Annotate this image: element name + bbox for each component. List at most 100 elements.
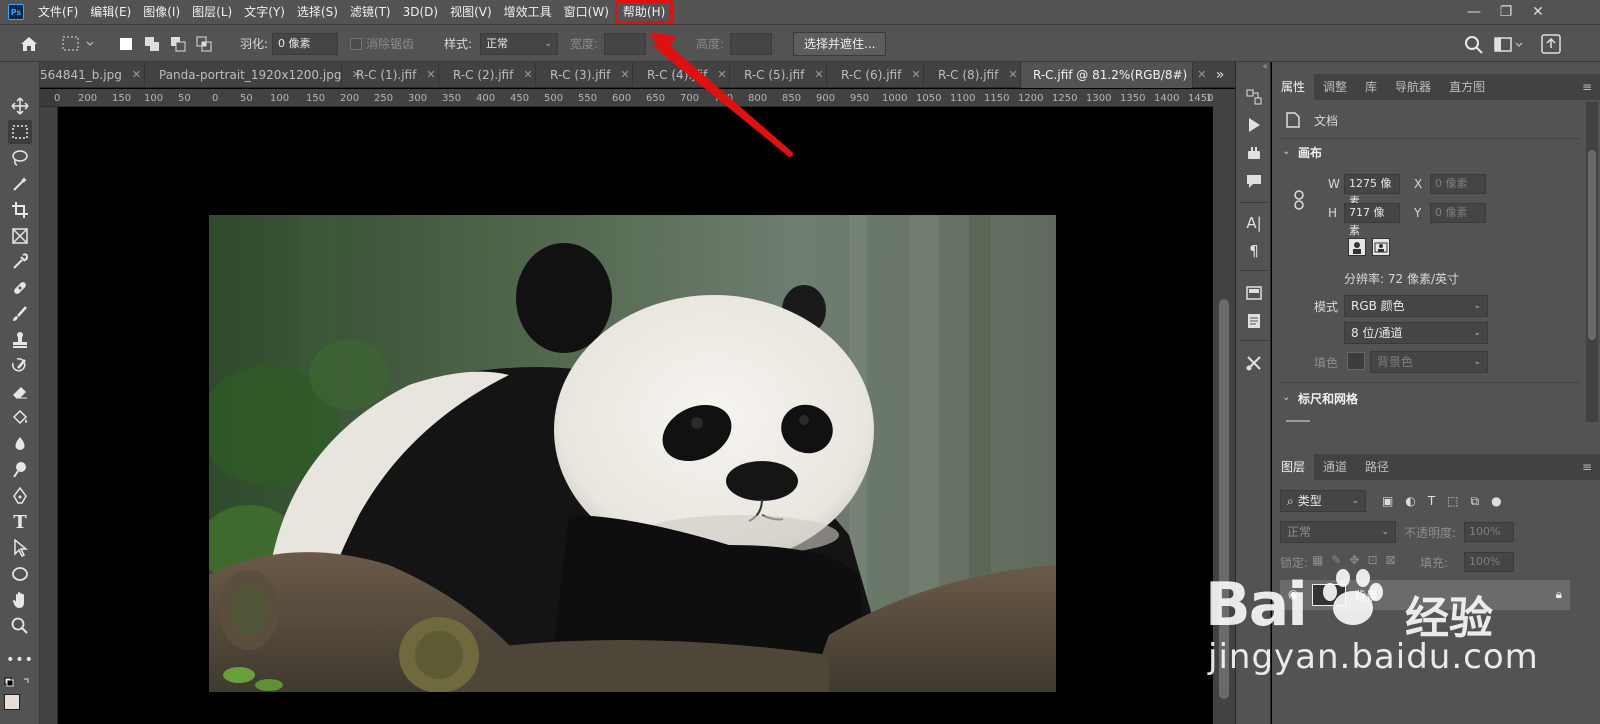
properties-scrollbar[interactable] (1586, 102, 1598, 422)
scrollbar-thumb[interactable] (1588, 150, 1596, 340)
dodge-tool-icon[interactable] (8, 458, 32, 482)
close-button[interactable]: ✕ (1522, 0, 1554, 24)
lasso-tool-icon[interactable] (8, 146, 32, 170)
intersect-selection-icon[interactable] (196, 36, 212, 52)
canvas-height-field[interactable]: 717 像素 (1344, 203, 1400, 237)
document-tab[interactable]: R-C (5).jfif ✕ (730, 62, 827, 88)
canvas-area[interactable] (58, 107, 1213, 724)
document-tab[interactable]: R-C (1).jfif ✕ (342, 62, 439, 88)
menu-edit[interactable]: 编辑(E) (84, 0, 137, 24)
zoom-tool-icon[interactable] (8, 614, 32, 638)
portrait-orientation-icon[interactable] (1348, 238, 1366, 256)
lock-all-icon[interactable]: ⊠ (1386, 553, 1396, 567)
rect-marquee-tool-icon[interactable] (8, 120, 32, 144)
link-icon[interactable] (1292, 190, 1306, 213)
document-tab[interactable]: Panda-portrait_1920x1200.jpg ✕ (145, 62, 361, 88)
adjustment-filter-icon[interactable]: ◐ (1405, 494, 1415, 509)
tab-libraries[interactable]: 库 (1356, 74, 1386, 100)
bit-depth-select[interactable]: 8 位/通道 ⌄ (1344, 322, 1488, 344)
document-tab[interactable]: R-C (2).jfif ✕ (439, 62, 536, 88)
document-tab[interactable]: R-C (4).jfif ✕ (633, 62, 730, 88)
menu-window[interactable]: 窗口(W) (558, 0, 615, 24)
type-tool-icon[interactable]: T (8, 510, 32, 534)
close-icon[interactable]: ✕ (717, 62, 726, 88)
lock-pixels-icon[interactable]: ✎ (1331, 553, 1341, 567)
image-filter-icon[interactable]: ▣ (1382, 494, 1393, 509)
collapse-icon[interactable]: « (1236, 62, 1272, 76)
landscape-orientation-icon[interactable] (1372, 238, 1390, 256)
tab-overflow-icon[interactable]: » (1208, 62, 1232, 88)
canvas-y-field[interactable]: 0 像素 (1430, 203, 1486, 223)
canvas-x-field[interactable]: 0 像素 (1430, 174, 1486, 194)
more-tools-icon[interactable]: ••• (6, 648, 33, 672)
history-brush-tool-icon[interactable] (8, 354, 32, 378)
restore-button[interactable]: ❐ (1490, 0, 1522, 24)
lock-position-icon[interactable]: ✥ (1349, 553, 1359, 567)
tab-adjustments[interactable]: 调整 (1314, 74, 1356, 100)
comments-icon[interactable] (1243, 170, 1265, 192)
magic-wand-tool-icon[interactable] (8, 172, 32, 196)
notes-icon[interactable] (1243, 310, 1265, 332)
select-and-mask-button[interactable]: 选择并遮住... (793, 32, 887, 56)
smartobject-filter-icon[interactable]: ⧉ (1471, 494, 1480, 509)
width-input[interactable] (604, 33, 646, 55)
close-icon[interactable]: ✕ (523, 62, 532, 88)
libraries-icon[interactable] (1243, 282, 1265, 304)
foreground-color-swatch[interactable] (4, 694, 20, 710)
pen-tool-icon[interactable] (8, 484, 32, 508)
share-icon[interactable] (1540, 33, 1564, 55)
opacity-field[interactable]: 100% (1464, 522, 1514, 542)
blur-tool-icon[interactable] (8, 432, 32, 456)
crop-tool-icon[interactable] (8, 198, 32, 222)
menu-plugins[interactable]: 增效工具 (498, 0, 558, 24)
eyedropper-tool-icon[interactable] (8, 250, 32, 274)
document-tab-active[interactable]: R-C.jfif @ 81.2%(RGB/8#) ✕ (1021, 62, 1206, 88)
new-selection-icon[interactable] (118, 36, 134, 52)
chevron-down-icon[interactable]: ⌄ (1282, 392, 1290, 403)
menu-file[interactable]: 文件(F) (32, 0, 84, 24)
lock-artboard-icon[interactable]: ⊡ (1367, 553, 1377, 567)
layer-filter-select[interactable]: ⌕ 类型 ⌄ (1280, 490, 1366, 512)
add-selection-icon[interactable] (144, 36, 160, 52)
menu-select[interactable]: 选择(S) (291, 0, 344, 24)
fill-color-swatch[interactable] (1347, 352, 1365, 370)
style-select[interactable]: 正常 ⌄ (480, 33, 558, 55)
tab-navigator[interactable]: 导航器 (1386, 74, 1440, 100)
ellipse-tool-icon[interactable] (8, 562, 32, 586)
shape-filter-icon[interactable]: ⬚ (1447, 494, 1458, 509)
fill-opacity-field[interactable]: 100% (1464, 552, 1514, 572)
menu-filter[interactable]: 滤镜(T) (344, 0, 397, 24)
hand-tool-icon[interactable] (8, 588, 32, 612)
character-icon[interactable]: A| (1243, 212, 1265, 234)
lock-transparency-icon[interactable]: ▦ (1312, 553, 1323, 567)
document-tab[interactable]: R-C (3).jfif ✕ (536, 62, 633, 88)
panel-menu-icon[interactable]: ≡ (1582, 460, 1600, 474)
close-icon[interactable]: ✕ (620, 62, 629, 88)
home-icon[interactable] (18, 33, 40, 55)
subtract-selection-icon[interactable] (170, 36, 186, 52)
menu-3d[interactable]: 3D(D) (397, 0, 444, 24)
rulers-grid-section-title[interactable]: 标尺和网格 (1298, 390, 1358, 407)
document-tab[interactable]: R-C (8).jfif ✕ (924, 62, 1021, 88)
type-filter-icon[interactable]: T (1428, 494, 1435, 509)
blend-mode-select[interactable]: 正常 ⌄ (1280, 521, 1396, 543)
healing-brush-tool-icon[interactable] (8, 276, 32, 300)
close-icon[interactable]: ✕ (1008, 62, 1017, 88)
close-icon[interactable]: ✕ (132, 62, 141, 88)
search-icon[interactable] (1464, 35, 1484, 55)
tab-layers[interactable]: 图层 (1272, 454, 1315, 480)
tab-channels[interactable]: 通道 (1314, 454, 1356, 480)
brush-tool-icon[interactable] (8, 302, 32, 326)
height-input[interactable] (730, 33, 772, 55)
feather-input[interactable]: 0 像素 (272, 33, 338, 55)
swap-colors-icon[interactable] (4, 676, 36, 690)
close-icon[interactable]: ✕ (911, 62, 920, 88)
color-mode-select[interactable]: RGB 颜色 ⌄ (1344, 295, 1488, 317)
path-selection-tool-icon[interactable] (8, 536, 32, 560)
close-icon[interactable]: ✕ (1197, 62, 1206, 88)
clone-stamp-tool-icon[interactable] (8, 328, 32, 352)
tab-paths[interactable]: 路径 (1356, 454, 1398, 480)
rect-marquee-preset-icon[interactable] (60, 34, 96, 54)
tab-histogram[interactable]: 直方图 (1440, 74, 1494, 100)
paint-bucket-tool-icon[interactable] (8, 406, 32, 430)
